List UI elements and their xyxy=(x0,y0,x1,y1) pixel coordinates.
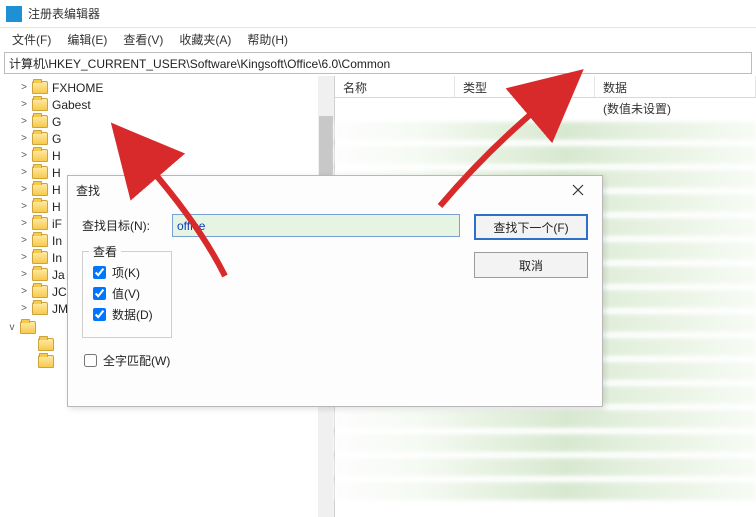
chevron-right-icon[interactable]: > xyxy=(18,82,30,93)
chevron-right-icon[interactable]: > xyxy=(18,167,30,178)
tree-item[interactable]: > FXHOME xyxy=(0,79,334,96)
folder-icon xyxy=(32,166,48,179)
cell-name xyxy=(343,100,463,117)
folder-icon xyxy=(32,98,48,111)
list-row[interactable]: (数值未设置) xyxy=(335,98,756,119)
folder-icon xyxy=(38,338,54,351)
cell-type xyxy=(463,100,603,117)
folder-icon xyxy=(32,217,48,230)
menu-help[interactable]: 帮助(H) xyxy=(239,29,296,50)
chevron-right-icon[interactable]: > xyxy=(18,269,30,280)
chevron-right-icon[interactable]: > xyxy=(18,133,30,144)
tree-label: H xyxy=(52,166,61,180)
folder-icon xyxy=(32,285,48,298)
chk-data-box[interactable] xyxy=(93,308,106,321)
chevron-right-icon[interactable]: > xyxy=(18,303,30,314)
tree-label: Gabest xyxy=(52,98,91,112)
folder-icon xyxy=(32,234,48,247)
folder-icon xyxy=(20,321,36,334)
look-at-group: 查看 项(K) 值(V) 数据(D) xyxy=(82,251,172,338)
chevron-right-icon[interactable]: > xyxy=(18,99,30,110)
chevron-right-icon[interactable]: > xyxy=(18,235,30,246)
chk-values-box[interactable] xyxy=(93,287,106,300)
close-button[interactable] xyxy=(562,179,594,201)
tree-label: H xyxy=(52,183,61,197)
chk-values[interactable]: 值(V) xyxy=(93,285,161,302)
tree-label: H xyxy=(52,149,61,163)
menu-view[interactable]: 查看(V) xyxy=(115,29,171,50)
find-dialog: 查找 查找目标(N): 查看 项(K) 值(V) 数据(D) 全字匹配(W) xyxy=(67,175,603,407)
close-icon xyxy=(572,184,584,196)
list-header: 名称 类型 数据 xyxy=(335,76,756,98)
chevron-right-icon[interactable]: > xyxy=(18,201,30,212)
find-target-label: 查找目标(N): xyxy=(82,217,172,234)
dialog-body: 查找目标(N): 查看 项(K) 值(V) 数据(D) 全字匹配(W) 查找下一… xyxy=(68,204,602,383)
chk-full-match-box[interactable] xyxy=(84,354,97,367)
menu-edit[interactable]: 编辑(E) xyxy=(59,29,115,50)
tree-item[interactable]: >H xyxy=(0,147,334,164)
tree-item[interactable]: >G xyxy=(0,130,334,147)
tree-label: iF xyxy=(52,217,62,231)
address-bar[interactable]: 计算机\HKEY_CURRENT_USER\Software\Kingsoft\… xyxy=(4,52,752,74)
tree-label: Ja xyxy=(52,268,65,282)
chevron-right-icon[interactable]: > xyxy=(18,252,30,263)
chevron-right-icon[interactable]: > xyxy=(18,218,30,229)
folder-icon xyxy=(32,81,48,94)
col-header-name[interactable]: 名称 xyxy=(335,76,455,97)
chk-data[interactable]: 数据(D) xyxy=(93,306,161,323)
menu-file[interactable]: 文件(F) xyxy=(4,29,59,50)
tree-label: FXHOME xyxy=(52,81,103,95)
col-header-data[interactable]: 数据 xyxy=(595,76,756,97)
address-text: 计算机\HKEY_CURRENT_USER\Software\Kingsoft\… xyxy=(9,55,390,72)
tree-label: G xyxy=(52,132,61,146)
tree-item[interactable]: > Gabest xyxy=(0,96,334,113)
folder-icon xyxy=(32,132,48,145)
window-title: 注册表编辑器 xyxy=(28,5,100,22)
chevron-down-icon[interactable]: v xyxy=(6,322,18,333)
dialog-title: 查找 xyxy=(76,182,100,199)
chevron-right-icon[interactable]: > xyxy=(18,116,30,127)
folder-icon xyxy=(32,149,48,162)
chk-full-match[interactable]: 全字匹配(W) xyxy=(84,352,460,369)
tree-label: G xyxy=(52,115,61,129)
tree-label: In xyxy=(52,251,62,265)
folder-icon xyxy=(32,251,48,264)
cancel-button[interactable]: 取消 xyxy=(474,252,588,278)
titlebar: 注册表编辑器 xyxy=(0,0,756,28)
folder-icon xyxy=(32,183,48,196)
folder-icon xyxy=(32,115,48,128)
tree-label: In xyxy=(52,234,62,248)
col-header-type[interactable]: 类型 xyxy=(455,76,595,97)
chk-keys-box[interactable] xyxy=(93,266,106,279)
chevron-right-icon[interactable]: > xyxy=(18,286,30,297)
tree-label: JC xyxy=(52,285,67,299)
app-icon xyxy=(6,6,22,22)
folder-icon xyxy=(32,200,48,213)
tree-label: H xyxy=(52,200,61,214)
menubar: 文件(F) 编辑(E) 查看(V) 收藏夹(A) 帮助(H) xyxy=(0,28,756,50)
chk-keys[interactable]: 项(K) xyxy=(93,264,161,281)
group-title: 查看 xyxy=(89,243,121,260)
cell-data: (数值未设置) xyxy=(603,100,748,117)
folder-icon xyxy=(38,355,54,368)
content-area: >FXHOME >Gabest >G >G >H >H >H >H >iF >I… xyxy=(0,76,756,517)
dialog-titlebar[interactable]: 查找 xyxy=(68,176,602,204)
find-next-button[interactable]: 查找下一个(F) xyxy=(474,214,588,240)
menu-favorites[interactable]: 收藏夹(A) xyxy=(171,29,239,50)
tree-item[interactable]: >G xyxy=(0,113,334,130)
folder-icon xyxy=(32,302,48,315)
chevron-right-icon[interactable]: > xyxy=(18,150,30,161)
find-input[interactable] xyxy=(172,214,460,237)
chevron-right-icon[interactable]: > xyxy=(18,184,30,195)
folder-icon xyxy=(32,268,48,281)
